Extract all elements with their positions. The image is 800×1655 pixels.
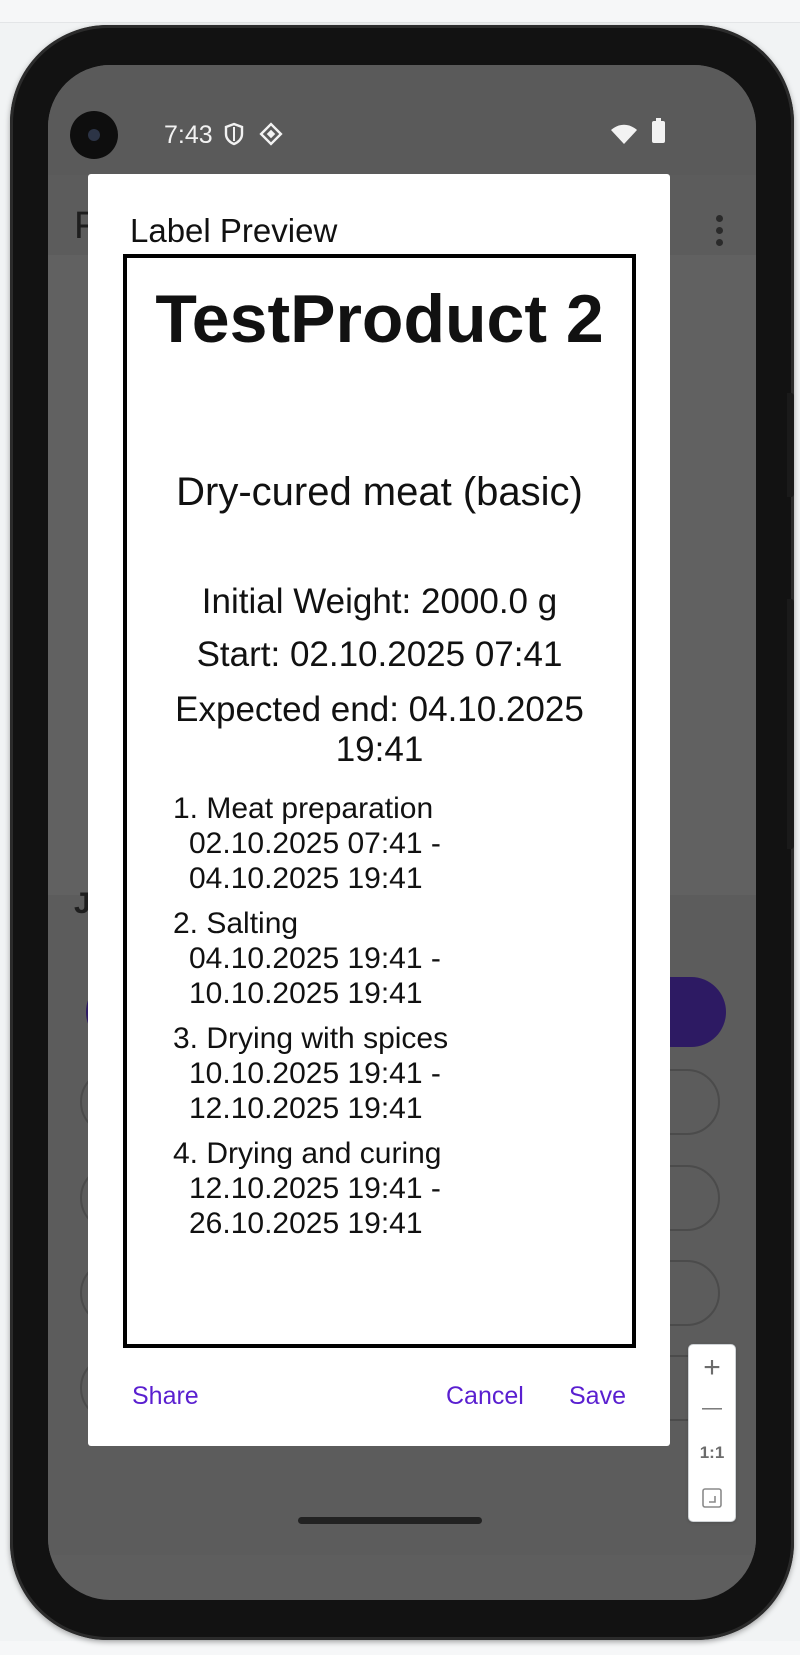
host-bottom-strip (0, 1641, 800, 1655)
step-name: 3. Drying with spices (173, 1022, 449, 1055)
product-name: TestProduct 2 (155, 281, 604, 357)
step-range-end: 26.10.2025 19:41 (189, 1207, 423, 1240)
recipe-name: Dry-cured meat (basic) (176, 470, 583, 514)
start-date: Start: 02.10.2025 07:41 (196, 635, 563, 674)
location-diamond-icon (258, 121, 284, 152)
battery-icon (652, 118, 665, 143)
wifi-icon (610, 124, 638, 149)
initial-weight: Initial Weight: 2000.0 g (201, 582, 558, 621)
list-item: 1. Meat preparation 02.10.2025 07:41 - 0… (173, 791, 448, 896)
step-range-end: 04.10.2025 19:41 (189, 862, 423, 895)
power-button (787, 393, 794, 497)
list-item: 4. Drying and curing 12.10.2025 19:41 - … (173, 1136, 448, 1241)
zoom-out-button[interactable]: — (689, 1397, 735, 1420)
zoom-reset-button[interactable]: 1:1 (689, 1443, 735, 1463)
step-name: 4. Drying and curing (173, 1137, 442, 1170)
label-preview-dialog: Label Preview TestProduct 2 Dry-cured me… (88, 174, 670, 1446)
zoom-controls: + — 1:1 (688, 1344, 736, 1522)
shield-icon (223, 122, 245, 151)
expected-end-date: Expected end: 04.10.2025 19:41 (175, 690, 584, 769)
step-range-end: 12.10.2025 19:41 (189, 1092, 423, 1125)
fit-screen-icon[interactable] (689, 1487, 735, 1514)
list-item: 3. Drying with spices 10.10.2025 19:41 -… (173, 1021, 448, 1126)
label-preview: TestProduct 2 Dry-cured meat (basic) Ini… (123, 254, 636, 1348)
step-range-end: 10.10.2025 19:41 (189, 977, 423, 1010)
list-item: 2. Salting 04.10.2025 19:41 - 10.10.2025… (173, 906, 448, 1011)
overflow-menu-icon[interactable] (716, 215, 723, 251)
save-button[interactable]: Save (569, 1382, 626, 1411)
share-button[interactable]: Share (132, 1382, 199, 1411)
step-range-start: 04.10.2025 19:41 - (189, 942, 441, 975)
cancel-button[interactable]: Cancel (446, 1382, 524, 1411)
step-name: 2. Salting (173, 907, 299, 940)
step-list: 1. Meat preparation 02.10.2025 07:41 - 0… (173, 791, 448, 1251)
volume-rocker (787, 599, 794, 849)
status-time: 7:43 (164, 121, 213, 149)
status-bar: 7:43 (48, 65, 756, 175)
host-toolbar-strip (0, 0, 800, 23)
step-range-start: 02.10.2025 07:41 - (189, 827, 441, 860)
front-camera (70, 111, 118, 159)
step-name: 1. Meat preparation (173, 792, 434, 825)
gesture-navigation-bar[interactable] (298, 1517, 482, 1524)
dialog-title: Label Preview (130, 212, 338, 249)
zoom-in-button[interactable]: + (689, 1351, 735, 1385)
step-range-start: 10.10.2025 19:41 - (189, 1057, 441, 1090)
step-range-start: 12.10.2025 19:41 - (189, 1172, 441, 1205)
